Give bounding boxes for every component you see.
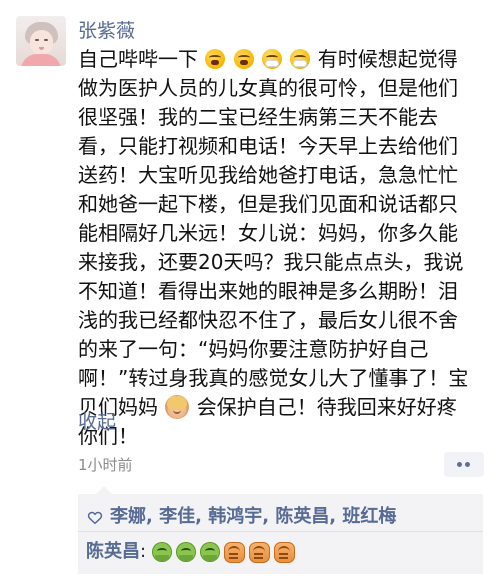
comment-author[interactable]: 陈英昌 — [86, 540, 140, 564]
post-time: 1小时前 — [78, 456, 133, 474]
virus-emoji-icon — [152, 542, 173, 562]
avatar-shoulders — [21, 54, 61, 66]
collapse-link[interactable]: 收起 — [78, 409, 116, 435]
woman-emoji-icon — [165, 395, 190, 419]
fist-emoji-icon — [224, 541, 246, 563]
likes-row: 李娜, 李佳, 韩鸿宇, 陈英昌, 班红梅 — [86, 504, 396, 530]
heart-icon — [87, 511, 103, 525]
avatar-face — [30, 30, 53, 55]
gasp-emoji-icon — [233, 49, 254, 69]
comment-row[interactable]: 陈英昌 : — [86, 539, 299, 565]
interaction-divider — [78, 531, 483, 532]
avatar-left-eye — [35, 39, 39, 41]
comment-separator: : — [140, 541, 147, 562]
post-content-part-2: 有时候想起觉得做为医护人员的儿女真的很可怜，但是他们很坚强！我的二宝已经生病第三… — [78, 47, 469, 419]
ellipsis-icon — [457, 462, 462, 467]
fist-emoji-icon — [249, 541, 271, 563]
post-author[interactable]: 张紫薇 — [78, 18, 135, 44]
virus-emoji-icon — [200, 542, 221, 562]
gasp-emoji-icon — [205, 49, 226, 69]
interactions-panel: 李娜, 李佳, 韩鸿宇, 陈英昌, 班红梅 陈英昌 : — [78, 486, 483, 574]
post-content: 自己哔哔一下 有时候想起觉得做为医护人员的儿女真的很可怜，但是他们很坚强！我的二… — [78, 45, 476, 451]
avatar-right-eye — [44, 39, 48, 41]
post-content-part-1: 自己哔哔一下 — [78, 47, 198, 71]
mask-emoji-icon — [262, 49, 283, 69]
fist-emoji-icon — [274, 541, 296, 563]
virus-emoji-icon — [176, 542, 197, 562]
mask-emoji-icon — [290, 49, 311, 69]
avatar[interactable] — [16, 16, 66, 66]
ellipsis-icon — [465, 462, 470, 467]
likes-list[interactable]: 李娜, 李佳, 韩鸿宇, 陈英昌, 班红梅 — [110, 505, 396, 529]
more-button[interactable] — [444, 452, 484, 477]
